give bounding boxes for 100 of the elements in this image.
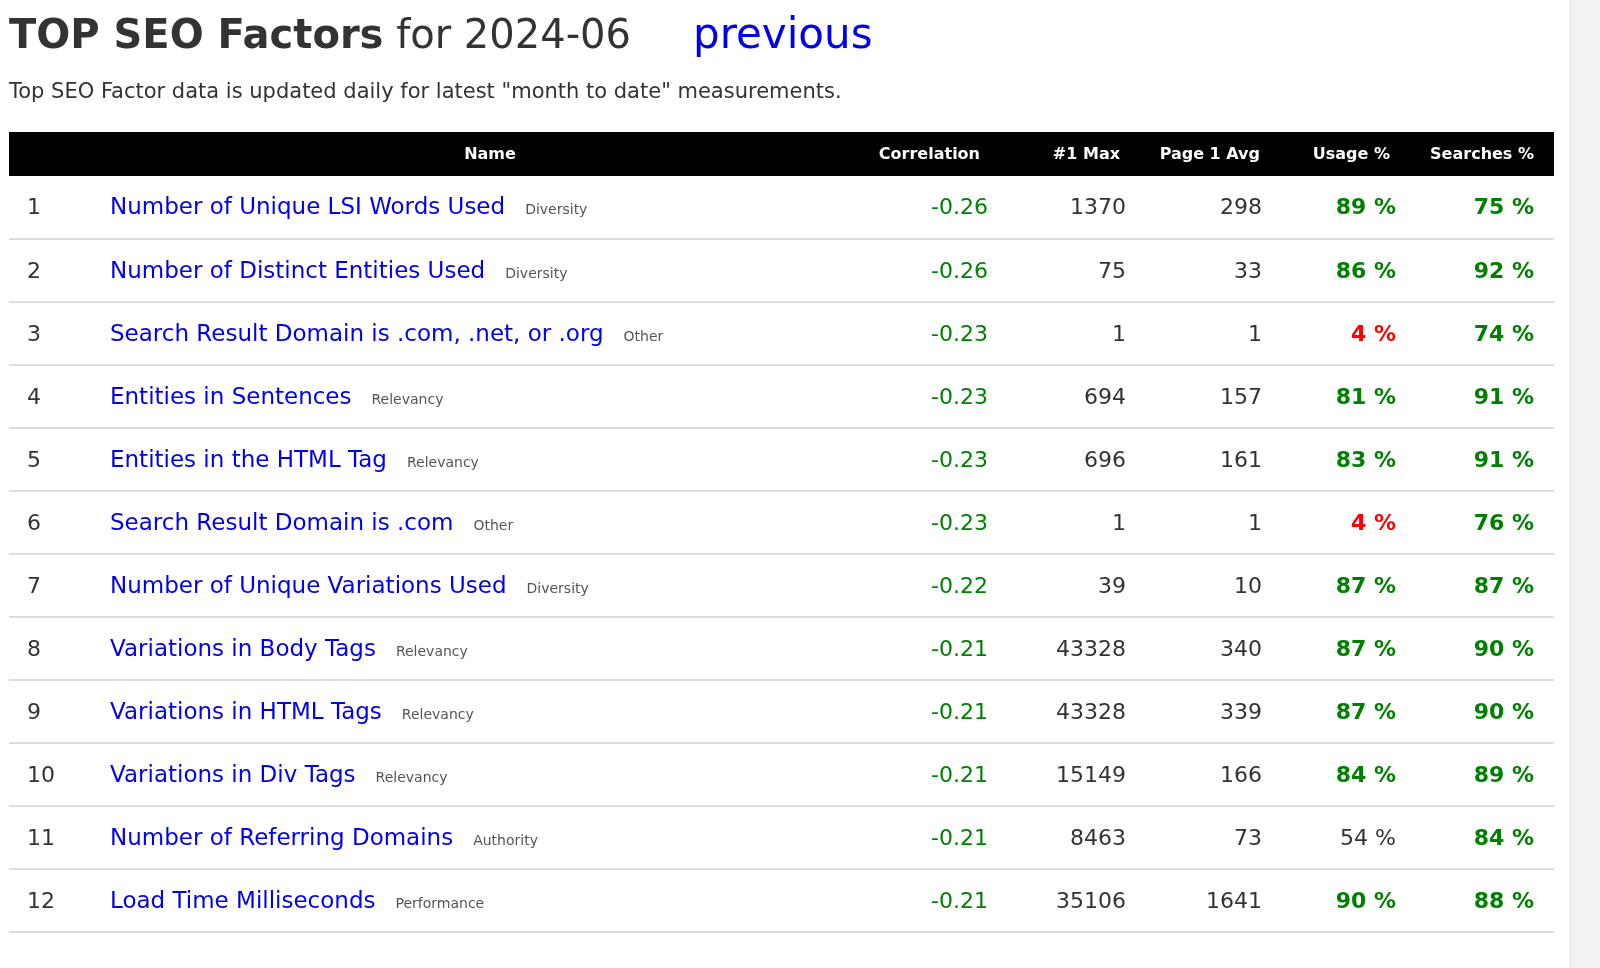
column-header: Name	[110, 131, 870, 176]
max-cell: 696	[1000, 427, 1140, 491]
searches-cell: 88 %	[1410, 868, 1554, 932]
category-label: Authority	[473, 831, 538, 848]
max-cell: 39	[1000, 553, 1140, 617]
average-cell: 339	[1140, 679, 1280, 743]
usage-cell: 84 %	[1280, 742, 1410, 806]
rank-cell: 5	[9, 427, 110, 491]
category-label: Other	[623, 327, 664, 344]
factor-link[interactable]: Number of Unique Variations Used	[110, 571, 507, 598]
max-cell: 75	[1000, 238, 1140, 302]
category-label: Relevancy	[371, 390, 444, 407]
rank-cell: 2	[9, 238, 110, 302]
factor-link[interactable]: Search Result Domain is .com, .net, or .org	[110, 319, 604, 346]
usage-cell: 81 %	[1280, 364, 1410, 428]
average-cell: 340	[1140, 616, 1280, 680]
category-label: Relevancy	[406, 453, 479, 470]
correlation-cell: -0.21	[870, 805, 1000, 869]
factor-link[interactable]: Number of Distinct Entities Used	[110, 256, 486, 283]
average-cell: 1	[1140, 490, 1280, 554]
max-cell: 43328	[1000, 616, 1140, 680]
average-cell: 10	[1140, 553, 1280, 617]
usage-cell: 87 %	[1280, 679, 1410, 743]
max-cell: 1	[1000, 301, 1140, 365]
page-title: TOP SEO Factors for 2024-06	[9, 10, 631, 59]
category-label: Relevancy	[375, 768, 448, 785]
column-header: #1 Max	[1000, 131, 1140, 176]
searches-cell: 90 %	[1410, 616, 1554, 680]
max-cell: 43328	[1000, 679, 1140, 743]
rank-cell: 4	[9, 364, 110, 428]
category-label: Diversity	[525, 201, 588, 218]
category-label: Diversity	[505, 264, 568, 281]
factor-link[interactable]: Variations in Body Tags	[110, 634, 376, 661]
rank-cell: 7	[9, 553, 110, 617]
searches-cell: 91 %	[1410, 427, 1554, 491]
rank-cell: 10	[9, 742, 110, 806]
max-cell: 694	[1000, 364, 1140, 428]
average-cell: 298	[1140, 175, 1280, 239]
usage-cell: 89 %	[1280, 175, 1410, 239]
average-cell: 157	[1140, 364, 1280, 428]
column-header: Searches %	[1410, 131, 1554, 176]
searches-cell: 92 %	[1410, 238, 1554, 302]
correlation-cell: -0.23	[870, 427, 1000, 491]
usage-cell: 83 %	[1280, 427, 1410, 491]
searches-cell: 87 %	[1410, 553, 1554, 617]
searches-cell: 75 %	[1410, 175, 1554, 239]
column-header: Usage %	[1280, 131, 1410, 176]
correlation-cell: -0.21	[870, 868, 1000, 932]
correlation-cell: -0.23	[870, 490, 1000, 554]
factor-link[interactable]: Number of Referring Domains	[110, 823, 454, 850]
usage-cell: 4 %	[1280, 301, 1410, 365]
rank-cell: 8	[9, 616, 110, 680]
correlation-cell: -0.23	[870, 364, 1000, 428]
searches-cell: 76 %	[1410, 490, 1554, 554]
category-label: Other	[473, 516, 514, 533]
factor-link[interactable]: Variations in Div Tags	[110, 760, 356, 787]
category-label: Diversity	[526, 579, 589, 596]
correlation-cell: -0.21	[870, 679, 1000, 743]
average-cell: 1	[1140, 301, 1280, 365]
rank-cell: 12	[9, 868, 110, 932]
factor-link[interactable]: Entities in the HTML Tag	[110, 445, 387, 472]
rank-cell: 9	[9, 679, 110, 743]
average-cell: 161	[1140, 427, 1280, 491]
factor-link[interactable]: Number of Unique LSI Words Used	[110, 193, 506, 220]
column-header: Page 1 Avg	[1140, 131, 1280, 176]
average-cell: 33	[1140, 238, 1280, 302]
factor-link[interactable]: Variations in HTML Tags	[110, 697, 382, 724]
category-label: Relevancy	[401, 705, 474, 722]
category-label: Relevancy	[395, 642, 468, 659]
correlation-cell: -0.22	[870, 553, 1000, 617]
rank-cell: 1	[9, 175, 110, 239]
max-cell: 8463	[1000, 805, 1140, 869]
average-cell: 1641	[1140, 868, 1280, 932]
usage-cell: 87 %	[1280, 616, 1410, 680]
category-label: Performance	[395, 894, 485, 911]
rank-cell: 3	[9, 301, 110, 365]
correlation-cell: -0.23	[870, 301, 1000, 365]
previous-link[interactable]: previous	[693, 6, 873, 62]
usage-cell: 90 %	[1280, 868, 1410, 932]
usage-cell: 86 %	[1280, 238, 1410, 302]
factor-link[interactable]: Load Time Milliseconds	[110, 886, 376, 913]
searches-cell: 84 %	[1410, 805, 1554, 869]
max-cell: 1370	[1000, 175, 1140, 239]
usage-cell: 87 %	[1280, 553, 1410, 617]
usage-cell: 4 %	[1280, 490, 1410, 554]
average-cell: 166	[1140, 742, 1280, 806]
correlation-cell: -0.26	[870, 175, 1000, 239]
max-cell: 1	[1000, 490, 1140, 554]
rank-cell: 6	[9, 490, 110, 554]
max-cell: 15149	[1000, 742, 1140, 806]
searches-cell: 89 %	[1410, 742, 1554, 806]
column-header: Correlation	[870, 131, 1000, 176]
correlation-cell: -0.26	[870, 238, 1000, 302]
max-cell: 35106	[1000, 868, 1140, 932]
searches-cell: 74 %	[1410, 301, 1554, 365]
usage-cell: 54 %	[1280, 805, 1410, 869]
factor-link[interactable]: Search Result Domain is .com	[110, 508, 454, 535]
rank-cell: 11	[9, 805, 110, 869]
factor-link[interactable]: Entities in Sentences	[110, 382, 352, 409]
correlation-cell: -0.21	[870, 742, 1000, 806]
